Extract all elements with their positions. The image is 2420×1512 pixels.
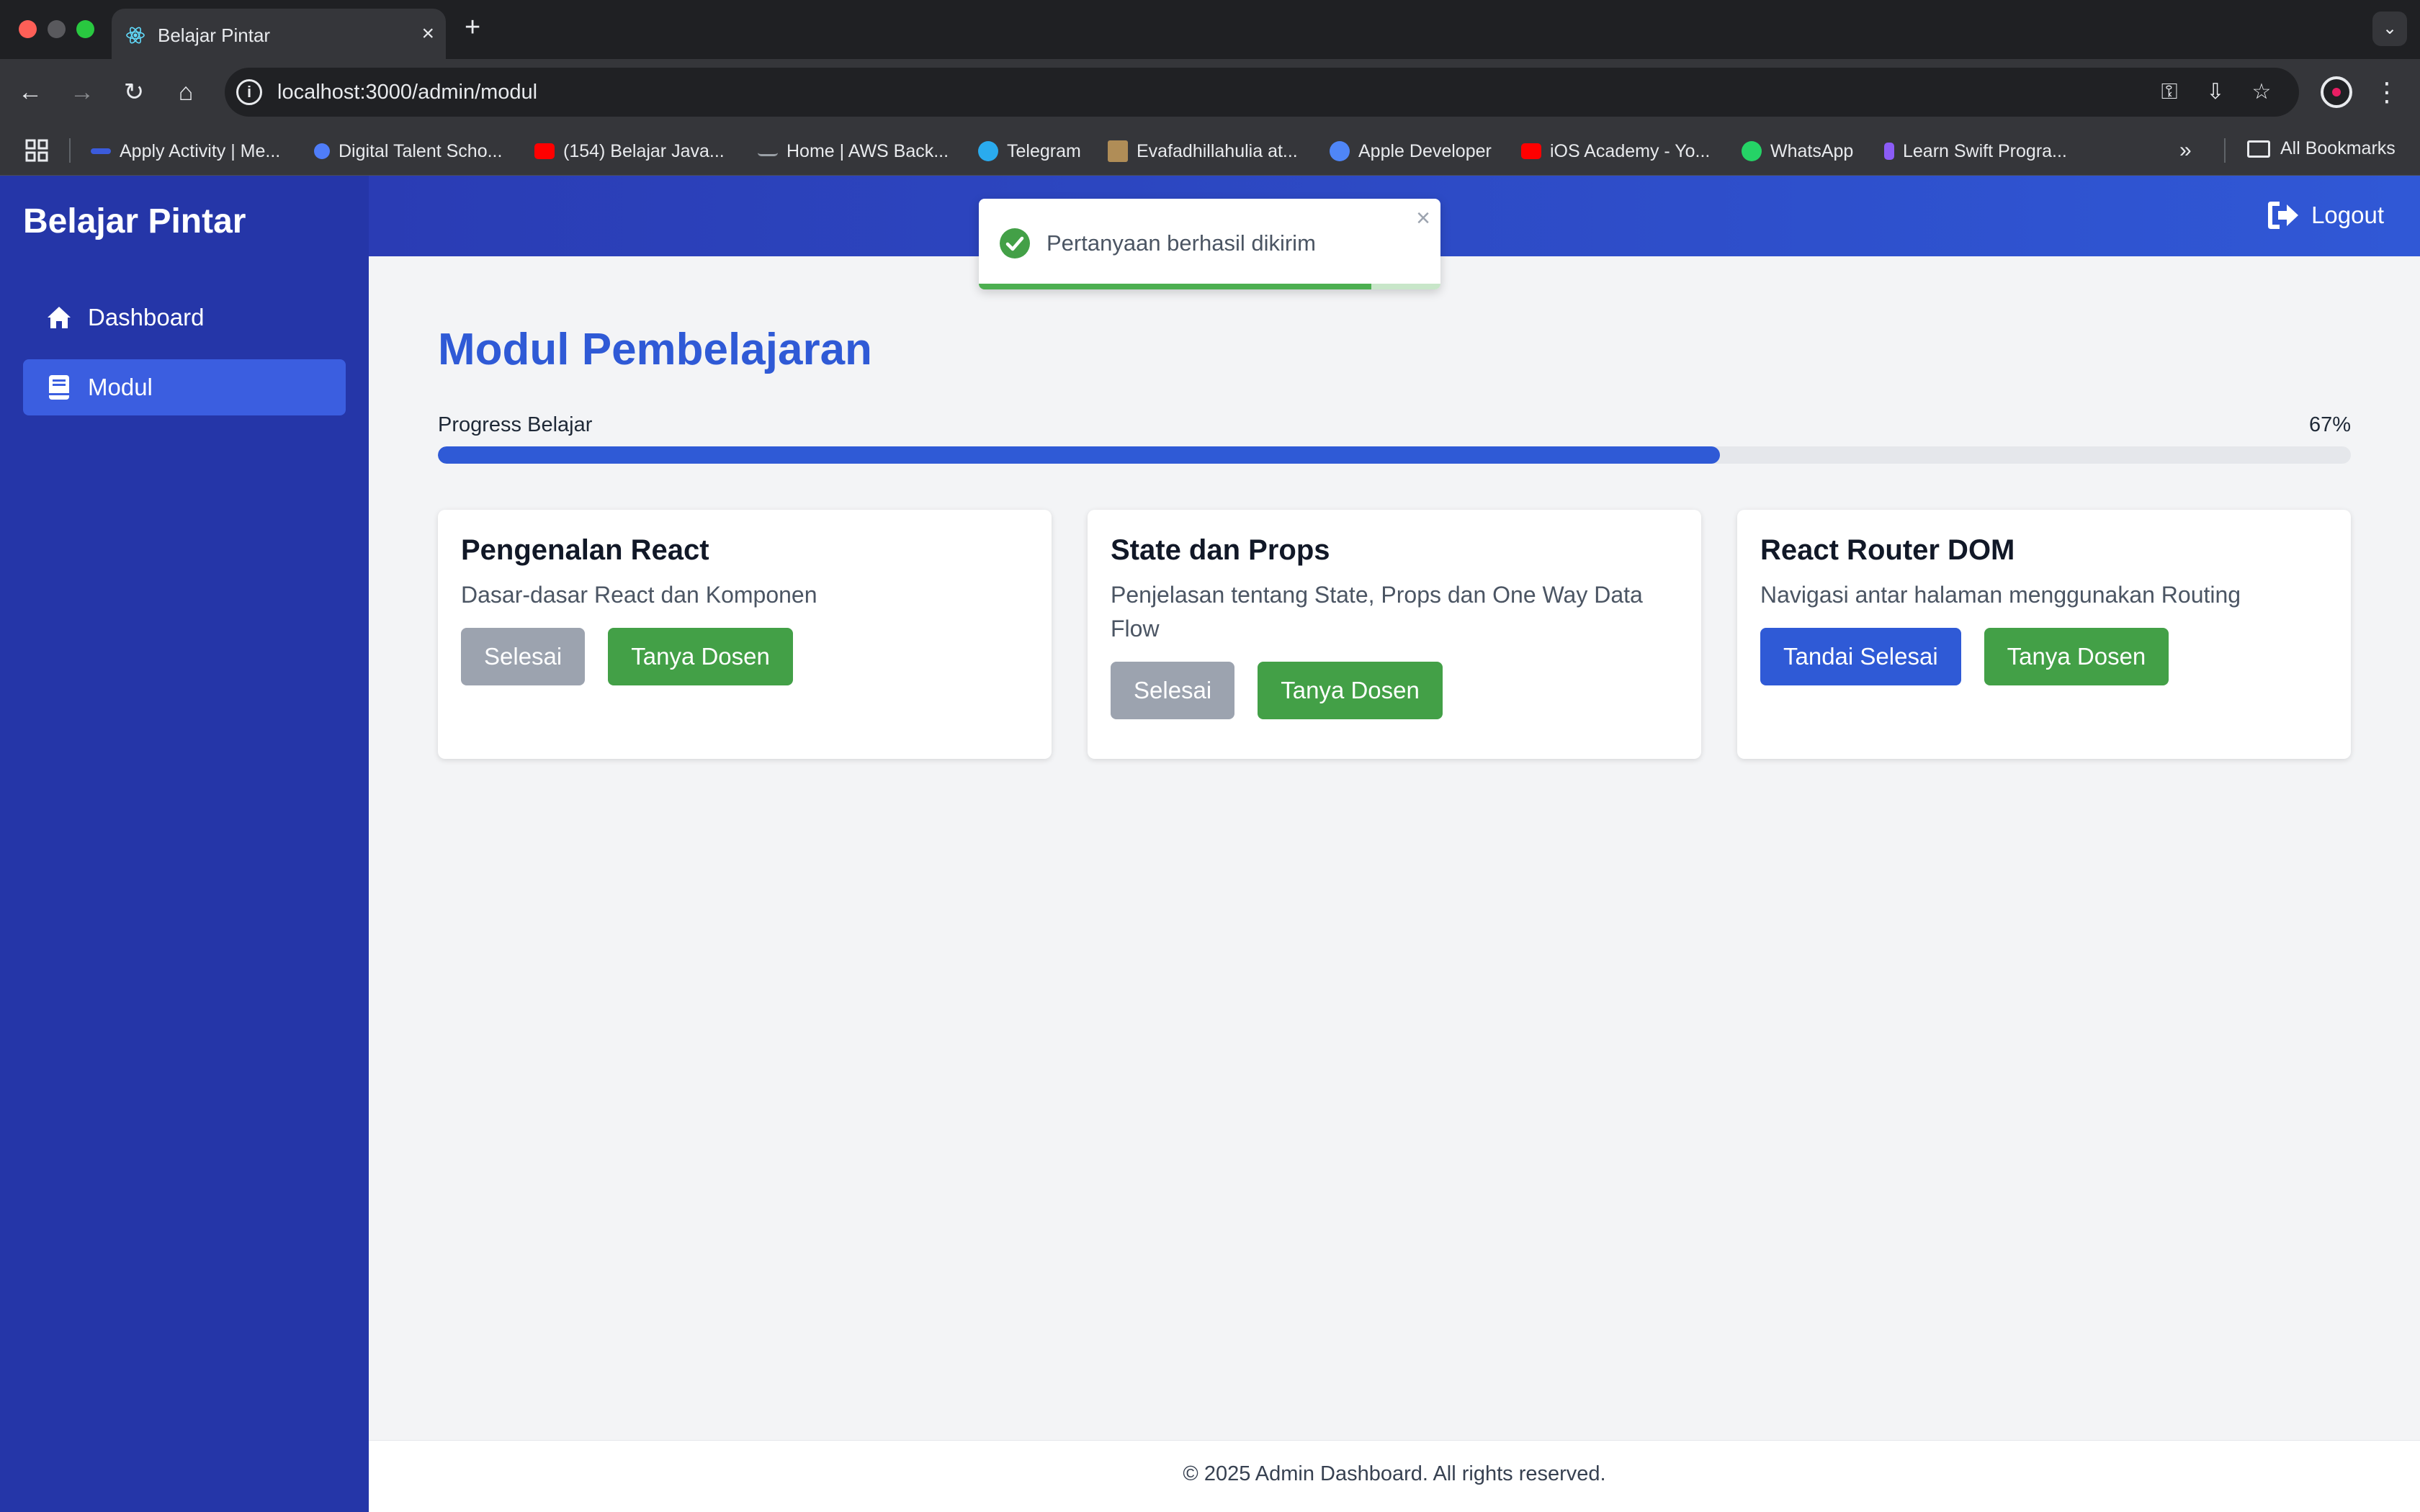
- profile-avatar-icon[interactable]: [2321, 76, 2352, 108]
- module-title: Pengenalan React: [461, 534, 709, 566]
- sidebar-item-dashboard[interactable]: Dashboard: [23, 289, 346, 346]
- folder-icon: [2247, 140, 2270, 158]
- all-bookmarks-button[interactable]: All Bookmarks: [2247, 138, 2396, 159]
- toast-message: Pertanyaan berhasil dikirim: [1047, 230, 1316, 256]
- browser-toolbar: ← → ↻ ⌂ i localhost:3000/admin/modul ⚿ ⇩…: [0, 59, 2420, 125]
- ask-lecturer-button[interactable]: Tanya Dosen: [1258, 662, 1443, 719]
- bookmark-aws[interactable]: Home | AWS Back...: [758, 138, 949, 164]
- browser-tab[interactable]: Belajar Pintar ×: [112, 9, 446, 59]
- site-info-icon[interactable]: i: [236, 79, 262, 105]
- apps-grid-icon[interactable]: [24, 138, 49, 163]
- bookmark-apple-developer[interactable]: Apple Developer: [1330, 138, 1492, 164]
- bookmark-favicon-icon: [91, 148, 111, 154]
- tab-title: Belajar Pintar: [158, 24, 271, 46]
- tab-search-chevron-icon[interactable]: ⌄: [2372, 12, 2407, 46]
- more-bookmarks-chevron-icon[interactable]: »: [2179, 138, 2192, 163]
- sidebar-item-label: Dashboard: [88, 304, 205, 330]
- footer: © 2025 Admin Dashboard. All rights reser…: [369, 1440, 2420, 1512]
- install-app-icon[interactable]: ⇩: [2201, 78, 2230, 107]
- address-url[interactable]: localhost:3000/admin/modul: [277, 81, 537, 104]
- mark-complete-button[interactable]: Tandai Selesai: [1760, 628, 1961, 685]
- module-card-list: Pengenalan React Dasar-dasar React dan K…: [438, 510, 2351, 759]
- apple-developer-icon: [1330, 141, 1350, 161]
- swift-icon: [1884, 143, 1894, 160]
- address-bar[interactable]: i localhost:3000/admin/modul ⚿ ⇩ ☆: [225, 68, 2299, 117]
- module-description: Penjelasan tentang State, Props dan One …: [1111, 582, 1643, 642]
- module-card: Pengenalan React Dasar-dasar React dan K…: [438, 510, 1052, 759]
- module-card: State dan Props Penjelasan tentang State…: [1088, 510, 1701, 759]
- ask-lecturer-button[interactable]: Tanya Dosen: [1984, 628, 2169, 685]
- home-icon: [48, 307, 71, 328]
- progress-bar-fill: [438, 446, 1720, 464]
- module-title: React Router DOM: [1760, 534, 2015, 566]
- page-title: Modul Pembelajaran: [438, 325, 872, 374]
- back-arrow-icon[interactable]: ←: [12, 73, 49, 111]
- bookmark-separator: [69, 138, 71, 163]
- browser-tab-bar: Belajar Pintar × + ⌄: [0, 0, 2420, 59]
- telegram-icon: [978, 141, 998, 161]
- bookmark-telegram[interactable]: Telegram: [978, 138, 1081, 164]
- aws-icon: [758, 146, 778, 156]
- progress-label: Progress Belajar: [438, 413, 593, 436]
- bookmark-apply-activity[interactable]: Apply Activity | Me...: [91, 138, 280, 164]
- app-brand: Belajar Pintar: [23, 202, 246, 240]
- forward-arrow-icon[interactable]: →: [63, 73, 101, 111]
- bookmark-belajar-java[interactable]: (154) Belajar Java...: [534, 138, 725, 164]
- module-description: Dasar-dasar React dan Komponen: [461, 582, 817, 608]
- maximize-window-button[interactable]: [76, 20, 94, 38]
- close-window-button[interactable]: [19, 20, 37, 38]
- sidebar-item-modul[interactable]: Modul: [23, 359, 346, 415]
- bookmarks-bar: Apply Activity | Me... Digital Talent Sc…: [0, 125, 2420, 176]
- module-card: React Router DOM Navigasi antar halaman …: [1737, 510, 2351, 759]
- progress-bar: [438, 446, 2351, 464]
- bookmark-whatsapp[interactable]: WhatsApp: [1742, 138, 1853, 164]
- footer-copyright: © 2025 Admin Dashboard. All rights reser…: [1183, 1462, 1606, 1485]
- app-root: Belajar Pintar Dashboard Modul Logout Mo…: [0, 176, 2420, 1512]
- youtube-icon: [1521, 143, 1541, 159]
- module-title: State dan Props: [1111, 534, 1330, 566]
- progress-percent: 67%: [2308, 413, 2351, 436]
- minimize-window-button[interactable]: [48, 20, 66, 38]
- whatsapp-icon: [1742, 141, 1762, 161]
- ask-lecturer-button[interactable]: Tanya Dosen: [608, 628, 793, 685]
- sidebar: Belajar Pintar Dashboard Modul: [0, 176, 369, 1512]
- done-button[interactable]: Selesai: [461, 628, 586, 685]
- reload-icon[interactable]: ↻: [115, 73, 153, 111]
- logout-button[interactable]: Logout: [2265, 200, 2384, 230]
- success-toast[interactable]: Pertanyaan berhasil dikirim ×: [979, 199, 1440, 289]
- module-description: Navigasi antar halaman menggunakan Routi…: [1760, 582, 2241, 608]
- bookmark-learn-swift[interactable]: Learn Swift Progra...: [1884, 138, 2067, 164]
- bookmark-separator: [2224, 138, 2226, 163]
- module-actions: Selesai Tanya Dosen: [1111, 662, 1678, 719]
- bookmark-evafadhillahulia[interactable]: Evafadhillahulia at...: [1108, 138, 1298, 164]
- bookmark-favicon-icon: [314, 143, 330, 159]
- toast-timer-bar: [979, 284, 1371, 289]
- browser-menu-icon[interactable]: ⋮: [2374, 75, 2400, 109]
- home-button-icon[interactable]: ⌂: [167, 73, 205, 111]
- module-actions: Tandai Selesai Tanya Dosen: [1760, 628, 2328, 685]
- logout-icon: [2268, 202, 2299, 229]
- avatar-favicon-icon: [1108, 140, 1128, 162]
- main-content: Modul Pembelajaran Progress Belajar 67% …: [369, 256, 2420, 1444]
- key-icon[interactable]: ⚿: [2155, 78, 2184, 107]
- react-icon: [126, 27, 145, 44]
- book-icon: [49, 375, 69, 400]
- sidebar-item-label: Modul: [88, 374, 153, 400]
- toast-close-icon[interactable]: ×: [1416, 206, 1430, 230]
- logout-label: Logout: [2311, 202, 2384, 228]
- bookmark-digital-talent[interactable]: Digital Talent Scho...: [314, 138, 502, 164]
- bookmark-star-icon[interactable]: ☆: [2247, 78, 2276, 107]
- tab-close-icon[interactable]: ×: [421, 22, 434, 46]
- youtube-icon: [534, 143, 555, 159]
- done-button[interactable]: Selesai: [1111, 662, 1235, 719]
- new-tab-button[interactable]: +: [465, 13, 480, 42]
- bookmark-ios-academy[interactable]: iOS Academy - Yo...: [1521, 138, 1710, 164]
- module-actions: Selesai Tanya Dosen: [461, 628, 1028, 685]
- check-circle-icon: [1000, 228, 1030, 258]
